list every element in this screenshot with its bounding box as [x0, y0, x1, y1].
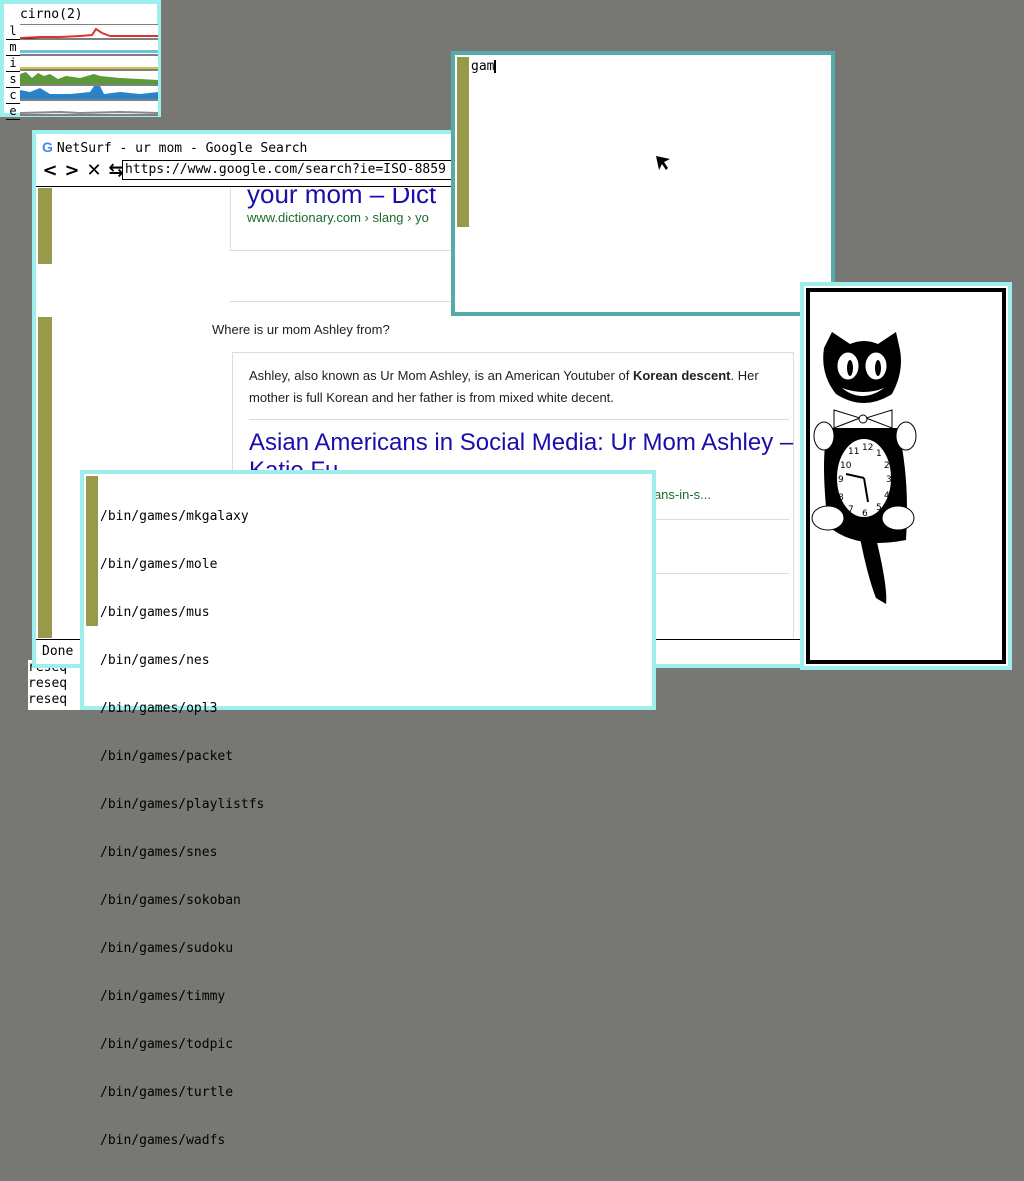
- clock-numeral: 3: [886, 475, 892, 485]
- list-item[interactable]: /bin/games/nes: [100, 653, 264, 669]
- browser-title: NetSurf - ur mom - Google Search: [56, 141, 308, 156]
- list-item[interactable]: /bin/games/wadfs: [100, 1133, 264, 1149]
- google-g-icon: G: [42, 139, 53, 155]
- text-cursor: [494, 60, 497, 73]
- clock-numeral: 5: [876, 503, 882, 513]
- rio-scroll-thumb[interactable]: [457, 227, 469, 310]
- rio-scrollbar[interactable]: [457, 57, 469, 310]
- list-item[interactable]: /bin/games/opl3: [100, 701, 264, 717]
- stat-label-mem: m: [6, 40, 20, 56]
- result-link-dictionary[interactable]: your mom – Dict: [247, 188, 436, 208]
- terminal-line: reseq: [28, 676, 68, 691]
- clock-numeral: 10: [840, 461, 852, 471]
- stats-labels: l m i s c e: [6, 24, 20, 120]
- stat-label-ether: e: [6, 104, 20, 120]
- answer-text: Ashley, also known as Ur Mom Ashley, is …: [249, 365, 799, 409]
- clock-numeral: 9: [838, 475, 844, 485]
- kitcat-clock-icon: 12 1 2 3 4 5 6 7 8 9 10 11: [811, 332, 917, 604]
- stat-label-context: c: [6, 88, 20, 104]
- clock-numeral: 12: [862, 443, 873, 453]
- clock-numeral: 4: [884, 491, 890, 501]
- list-item[interactable]: /bin/games/sokoban: [100, 893, 264, 909]
- list-item[interactable]: /bin/games/todpic: [100, 1037, 264, 1053]
- clock-numeral: 11: [848, 447, 859, 457]
- clock-numeral: 8: [838, 493, 844, 503]
- browser-title-bar: G NetSurf - ur mom - Google Search: [42, 139, 307, 156]
- file-list: /bin/games/mkgalaxy /bin/games/mole /bin…: [100, 477, 264, 1181]
- stat-label-syscall: s: [6, 72, 20, 88]
- browser-toolbar: < > ✕ ⇆: [42, 160, 124, 181]
- text-input-window[interactable]: gam: [451, 51, 835, 316]
- list-item[interactable]: /bin/games/mkgalaxy: [100, 509, 264, 525]
- divider: [249, 419, 789, 420]
- clock-numeral: 7: [848, 505, 854, 515]
- list-item[interactable]: /bin/games/packet: [100, 749, 264, 765]
- stats-title: cirno(2): [20, 7, 83, 22]
- stat-label-intr: i: [6, 56, 20, 72]
- related-question[interactable]: Where is ur mom Ashley from?: [212, 322, 390, 337]
- clock-numeral: 6: [862, 509, 868, 519]
- list-item[interactable]: /bin/games/playlistfs: [100, 797, 264, 813]
- terminal-line: reseq: [28, 692, 68, 707]
- forward-button[interactable]: >: [64, 160, 80, 181]
- file-list-window[interactable]: /bin/games/mkgalaxy /bin/games/mole /bin…: [80, 470, 656, 1148]
- files-scroll-thumb[interactable]: [86, 626, 98, 704]
- stop-button[interactable]: ✕: [86, 160, 102, 181]
- answer-text-bold: Korean descent: [632, 368, 731, 383]
- kitcat-clock-window[interactable]: 12 1 2 3 4 5 6 7 8 9 10 11: [800, 282, 1012, 670]
- typed-value: gam: [471, 59, 495, 74]
- list-item[interactable]: /bin/games/snes: [100, 845, 264, 861]
- stats-window[interactable]: cirno(2) l m i s c e: [0, 0, 161, 120]
- clock-frame: 12 1 2 3 4 5 6 7 8 9 10 11: [806, 288, 1006, 664]
- list-item[interactable]: /bin/games/timmy: [100, 989, 264, 1005]
- mouse-pointer-icon: [656, 156, 670, 170]
- typed-text[interactable]: gam: [471, 59, 497, 74]
- files-scrollbar[interactable]: [86, 476, 98, 704]
- stat-label-load: l: [6, 24, 20, 40]
- answer-text-pre: Ashley, also known as Ur Mom Ashley, is …: [249, 368, 633, 383]
- list-item[interactable]: /bin/games/mole: [100, 557, 264, 573]
- clock-numeral: 2: [884, 461, 890, 471]
- list-item[interactable]: /bin/games/mus: [100, 605, 264, 621]
- stats-graphs: [20, 24, 158, 116]
- graph-ether: [20, 110, 158, 115]
- list-item[interactable]: /bin/games/sudoku: [100, 941, 264, 957]
- clock-numeral: 1: [876, 449, 882, 459]
- browser-scrollbar[interactable]: [38, 188, 52, 638]
- browser-scroll-thumb[interactable]: [38, 264, 52, 317]
- back-button[interactable]: <: [42, 160, 58, 181]
- result-breadcrumb[interactable]: www.dictionary.com › slang › yo: [247, 210, 429, 225]
- list-item[interactable]: /bin/games/turtle: [100, 1085, 264, 1101]
